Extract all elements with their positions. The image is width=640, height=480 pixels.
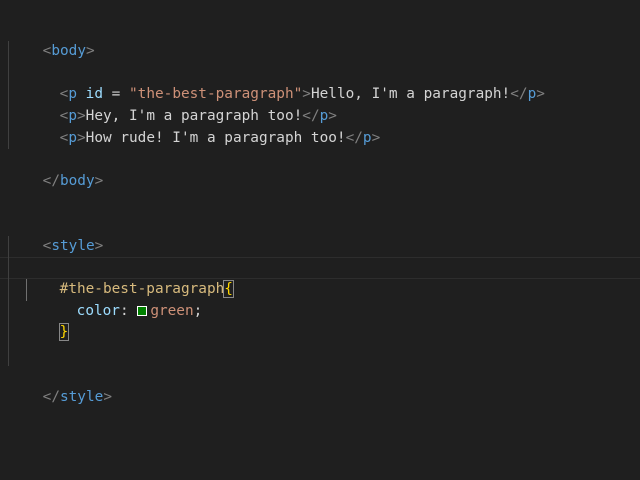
close-brace: } bbox=[58, 322, 70, 341]
code-line-p3[interactable]: <p>How rude! I'm a paragraph too!</p> bbox=[0, 106, 640, 146]
end-tag-name-p: p bbox=[362, 129, 372, 146]
end-tag-open-bracket: </ bbox=[42, 172, 60, 189]
code-line-selector[interactable]: #the-best-paragraph{ bbox=[0, 257, 640, 298]
end-tag-name-body: body bbox=[59, 172, 95, 189]
paragraph-text: How rude! I'm a paragraph too! bbox=[85, 129, 346, 146]
code-line-body-open[interactable]: <body> bbox=[0, 19, 640, 59]
code-line-style-open[interactable]: <style> bbox=[0, 214, 640, 254]
end-tag-close-bracket: > bbox=[94, 172, 104, 189]
tag-close-bracket: > bbox=[85, 42, 95, 59]
end-tag-open-bracket: </ bbox=[345, 129, 363, 146]
end-tag-open-bracket: </ bbox=[42, 388, 60, 405]
code-line-brace-close[interactable]: } bbox=[0, 300, 640, 341]
code-line-body-close[interactable]: </body> bbox=[0, 149, 640, 189]
tag-close-bracket: > bbox=[77, 129, 86, 146]
code-line-declaration[interactable]: color: green; bbox=[0, 279, 640, 319]
code-line-style-close[interactable]: </style> bbox=[0, 365, 640, 405]
code-editor[interactable]: <body> <p id = "the-best-paragraph">Hell… bbox=[0, 0, 640, 480]
end-tag-name-style: style bbox=[59, 388, 104, 405]
tag-name-style: style bbox=[51, 237, 95, 254]
end-tag-close-bracket: > bbox=[103, 388, 112, 405]
code-line-p1[interactable]: <p id = "the-best-paragraph">Hello, I'm … bbox=[0, 62, 640, 102]
tag-name-body: body bbox=[51, 42, 86, 59]
code-line-p2[interactable]: <p>Hey, I'm a paragraph too!</p> bbox=[0, 84, 640, 124]
end-tag-close-bracket: > bbox=[371, 129, 381, 146]
tag-close-bracket: > bbox=[94, 237, 104, 254]
tag-name-p: p bbox=[68, 129, 77, 146]
